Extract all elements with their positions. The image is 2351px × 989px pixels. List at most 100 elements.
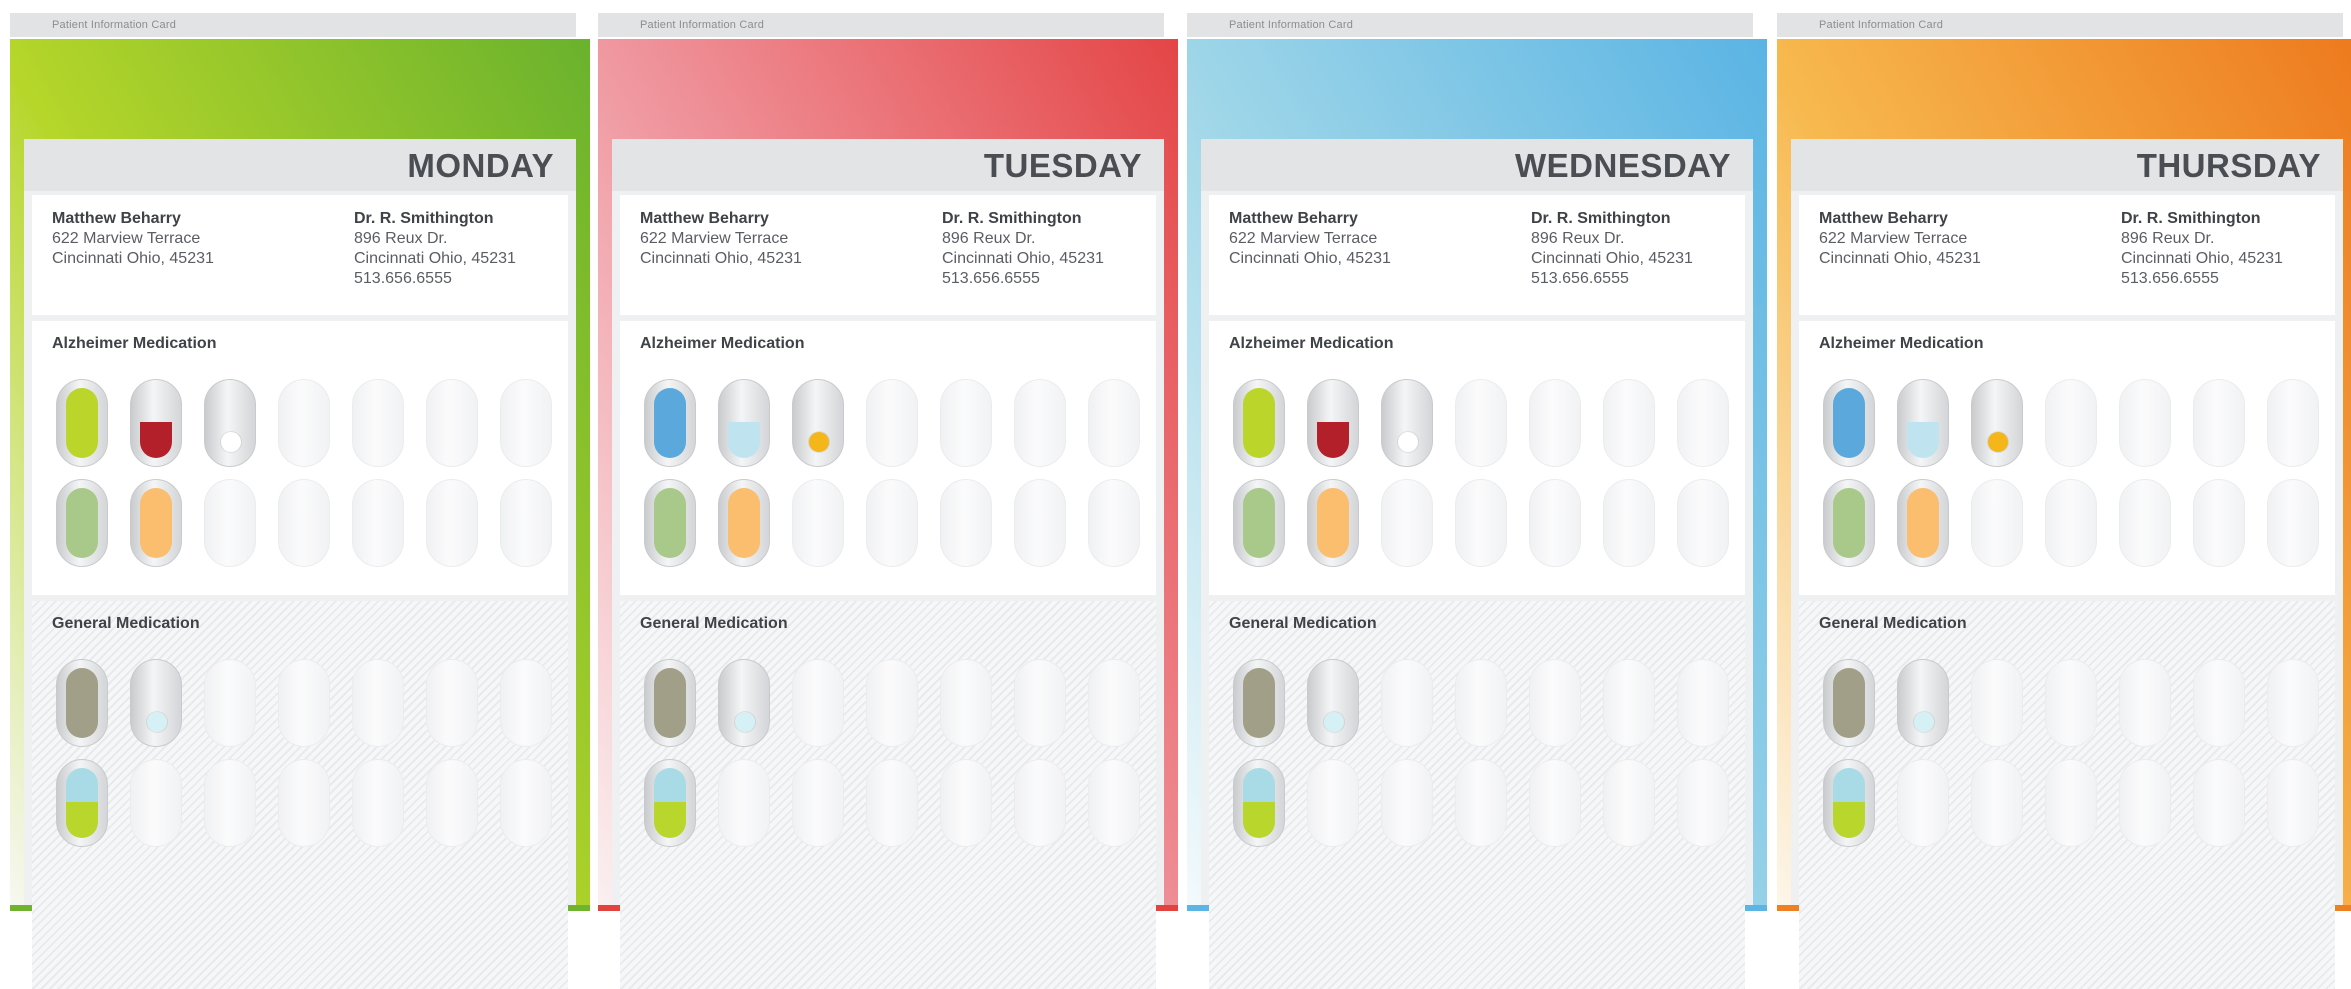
empty-pill-slot xyxy=(278,659,330,747)
empty-pill-slot xyxy=(1381,659,1433,747)
pill-fill xyxy=(735,712,755,732)
patient-name: Matthew Beharry xyxy=(52,210,181,227)
pill-capsule-icon xyxy=(1307,379,1359,467)
empty-pill-slot xyxy=(426,759,478,847)
pill-fill xyxy=(654,488,686,558)
doctor-name: Dr. R. Smithington xyxy=(2121,210,2261,227)
patient-street: 622 Marview Terrace xyxy=(640,230,789,247)
empty-pill-slot xyxy=(500,759,552,847)
card-tuesday: Patient Information Card TUESDAY Matthew… xyxy=(598,0,1178,989)
doctor-info: Dr. R. Smithington 896 Reux Dr. Cincinna… xyxy=(942,209,1104,289)
address-block: Matthew Beharry 622 Marview Terrace Cinc… xyxy=(620,195,1156,315)
empty-pill-slot xyxy=(204,759,256,847)
empty-pill-slot xyxy=(278,759,330,847)
pill-fill xyxy=(1243,488,1275,558)
empty-pill-slot xyxy=(500,659,552,747)
pill-fill xyxy=(1398,432,1418,452)
pill-capsule-icon xyxy=(644,659,696,747)
empty-pill-slot xyxy=(1677,759,1729,847)
card-body: WEDNESDAY Matthew Beharry 622 Marview Te… xyxy=(1201,139,1753,989)
pill-capsule-icon xyxy=(130,379,182,467)
empty-pill-slot xyxy=(2119,759,2171,847)
empty-pill-slot xyxy=(1529,479,1581,567)
empty-pill-slot xyxy=(1529,379,1581,467)
empty-pill-slot xyxy=(2119,479,2171,567)
empty-pill-slot xyxy=(2045,659,2097,747)
empty-pill-slot xyxy=(866,479,918,567)
patient-city: Cincinnati Ohio, 45231 xyxy=(1819,250,1981,267)
day-title: TUESDAY xyxy=(983,147,1142,184)
card-frame: TUESDAY Matthew Beharry 622 Marview Terr… xyxy=(598,39,1178,989)
pill-fill xyxy=(728,488,760,558)
day-header: THURSDAY xyxy=(1791,139,2343,191)
patient-info: Matthew Beharry 622 Marview Terrace Cinc… xyxy=(52,209,214,269)
pill-fill xyxy=(140,422,172,458)
empty-pill-slot xyxy=(718,759,770,847)
card-monday: Patient Information Card MONDAY Matthew … xyxy=(10,0,590,989)
empty-pill-slot xyxy=(1971,759,2023,847)
pill-fill xyxy=(1833,668,1865,738)
day-title: THURSDAY xyxy=(2136,147,2321,184)
day-header: MONDAY xyxy=(24,139,576,191)
empty-pill-slot xyxy=(500,379,552,467)
card-frame: MONDAY Matthew Beharry 622 Marview Terra… xyxy=(10,39,590,989)
empty-pill-slot xyxy=(1088,759,1140,847)
patient-name: Matthew Beharry xyxy=(1819,210,1948,227)
general-medication-label: General Medication xyxy=(1229,615,1377,632)
pill-capsule-icon xyxy=(1233,759,1285,847)
pill-fill xyxy=(1914,712,1934,732)
empty-pill-slot xyxy=(1603,659,1655,747)
day-header: WEDNESDAY xyxy=(1201,139,1753,191)
empty-pill-slot xyxy=(1529,759,1581,847)
doctor-city: Cincinnati Ohio, 45231 xyxy=(942,250,1104,267)
pill-fill-top xyxy=(1243,768,1275,802)
doctor-street: 896 Reux Dr. xyxy=(354,230,448,247)
empty-pill-slot xyxy=(792,759,844,847)
pill-capsule-icon xyxy=(1823,479,1875,567)
patient-info: Matthew Beharry 622 Marview Terrace Cinc… xyxy=(1819,209,1981,269)
pill-fill xyxy=(66,668,98,738)
pill-fill xyxy=(221,432,241,452)
empty-pill-slot xyxy=(2193,479,2245,567)
pill-capsule-icon xyxy=(1897,479,1949,567)
pill-capsule-icon xyxy=(56,659,108,747)
pill-fill xyxy=(66,388,98,458)
empty-pill-slot xyxy=(1088,479,1140,567)
empty-pill-slot xyxy=(1381,479,1433,567)
empty-pill-slot xyxy=(204,659,256,747)
empty-pill-slot xyxy=(2119,659,2171,747)
pill-capsule-icon xyxy=(644,479,696,567)
empty-pill-slot xyxy=(2045,379,2097,467)
pill-capsule-icon xyxy=(56,379,108,467)
pill-capsule-icon xyxy=(644,759,696,847)
empty-pill-slot xyxy=(278,479,330,567)
address-block: Matthew Beharry 622 Marview Terrace Cinc… xyxy=(1799,195,2335,315)
pill-capsule-icon xyxy=(130,659,182,747)
patient-name: Matthew Beharry xyxy=(1229,210,1358,227)
empty-pill-slot xyxy=(1529,659,1581,747)
card-tab-label[interactable]: Patient Information Card xyxy=(1777,13,2343,37)
doctor-phone: 513.656.6555 xyxy=(2121,270,2219,287)
general-medication-label: General Medication xyxy=(1819,615,1967,632)
empty-pill-slot xyxy=(1455,379,1507,467)
card-wednesday: Patient Information Card WEDNESDAY Matth… xyxy=(1187,0,1767,989)
card-tab-label[interactable]: Patient Information Card xyxy=(598,13,1164,37)
empty-pill-slot xyxy=(352,479,404,567)
empty-pill-slot xyxy=(1307,759,1359,847)
card-tab-label[interactable]: Patient Information Card xyxy=(1187,13,1753,37)
empty-pill-slot xyxy=(500,479,552,567)
card-tab-label[interactable]: Patient Information Card xyxy=(10,13,576,37)
patient-city: Cincinnati Ohio, 45231 xyxy=(52,250,214,267)
pill-capsule-icon xyxy=(792,379,844,467)
empty-pill-slot xyxy=(940,479,992,567)
empty-pill-slot xyxy=(1014,379,1066,467)
day-title: WEDNESDAY xyxy=(1515,147,1731,184)
empty-pill-slot xyxy=(426,479,478,567)
empty-pill-slot xyxy=(1971,479,2023,567)
empty-pill-slot xyxy=(1603,759,1655,847)
doctor-street: 896 Reux Dr. xyxy=(2121,230,2215,247)
alzheimer-medication-section: Alzheimer Medication xyxy=(620,321,1156,595)
pill-capsule-icon xyxy=(1823,759,1875,847)
empty-pill-slot xyxy=(2119,379,2171,467)
empty-pill-slot xyxy=(352,379,404,467)
